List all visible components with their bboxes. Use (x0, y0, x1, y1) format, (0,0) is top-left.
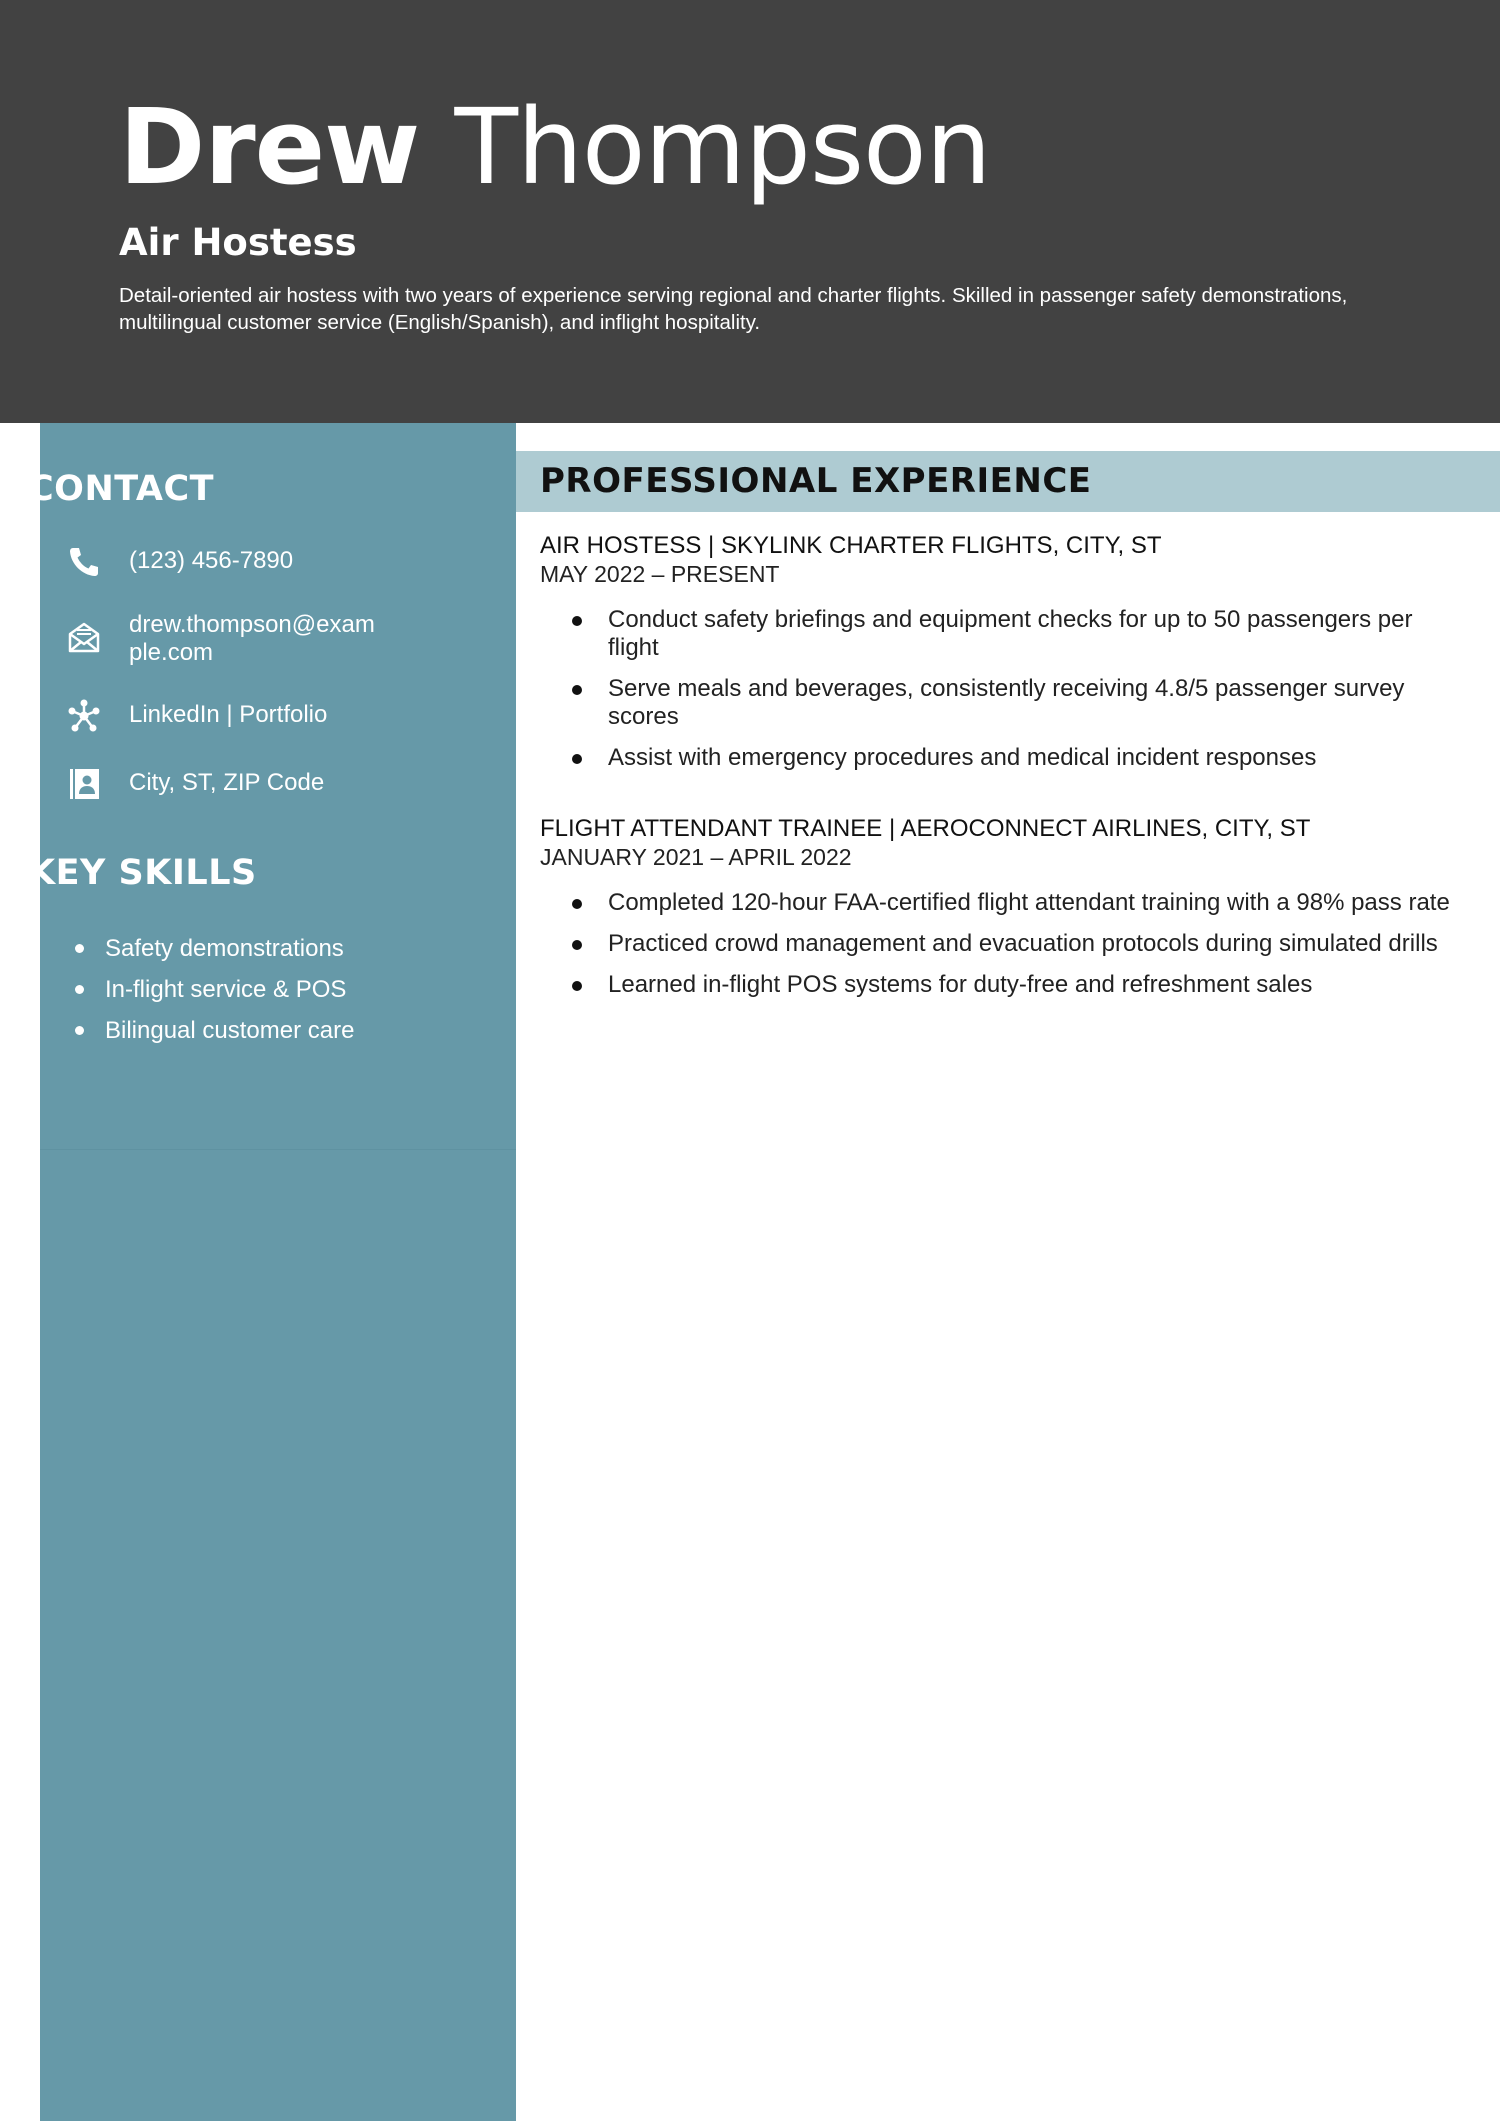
skills-heading: KEY SKILLS (28, 853, 257, 893)
sidebar (40, 423, 516, 2121)
bullet-text: Conduct safety briefings and equipment c… (608, 606, 1413, 661)
network-icon (66, 698, 102, 734)
bullet-icon (572, 685, 582, 695)
experience-heading: PROFESSIONAL EXPERIENCE (540, 461, 1092, 501)
job-bullet: Conduct safety briefings and equipment c… (540, 606, 1460, 662)
bullet-icon (572, 981, 582, 991)
contact-email: drew.thompson@example.com (66, 611, 446, 667)
bullet-icon (572, 616, 582, 626)
sidebar-divider (40, 1149, 516, 1150)
bullet-icon (572, 754, 582, 764)
phone-icon (66, 544, 102, 580)
contact-links: LinkedIn | Portfolio (66, 698, 446, 734)
bullet-text: Completed 120-hour FAA-certified flight … (608, 889, 1450, 916)
skill-item: In-flight service & POS (72, 969, 354, 1010)
skills-list: Safety demonstrations In-flight service … (72, 928, 354, 1051)
contact-heading: CONTACT (28, 469, 215, 509)
skill-label: In-flight service & POS (105, 976, 347, 1003)
job-dates: MAY 2022 – PRESENT (540, 561, 780, 587)
job-bullet: Assist with emergency procedures and med… (540, 744, 1460, 772)
skill-item: Bilingual customer care (72, 1010, 354, 1051)
bullet-text: Learned in-flight POS systems for duty-f… (608, 971, 1313, 998)
profile-links[interactable]: LinkedIn | Portfolio (129, 701, 379, 729)
job-role: FLIGHT ATTENDANT TRAINEE | AEROCONNECT A… (540, 815, 1311, 842)
job-title: Air Hostess (119, 221, 357, 264)
experience-heading-bar: PROFESSIONAL EXPERIENCE (516, 451, 1500, 512)
job-bullet: Learned in-flight POS systems for duty-f… (540, 971, 1460, 999)
skill-item: Safety demonstrations (72, 928, 354, 969)
bullet-icon (572, 899, 582, 909)
contact-phone: (123) 456-7890 (66, 547, 446, 580)
job-role: AIR HOSTESS | SKYLINK CHARTER FLIGHTS, C… (540, 532, 1162, 559)
email-address[interactable]: drew.thompson@example.com (129, 611, 379, 667)
phone-number[interactable]: (123) 456-7890 (129, 547, 379, 575)
address: City, ST, ZIP Code (129, 769, 325, 796)
bullet-text: Assist with emergency procedures and med… (608, 744, 1317, 771)
bullet-icon (75, 985, 84, 994)
bullet-icon (75, 944, 84, 953)
skill-label: Bilingual customer care (105, 1017, 355, 1044)
candidate-name: Drew Thompson (119, 82, 992, 212)
job-bullets: Completed 120-hour FAA-certified flight … (540, 889, 1460, 999)
job-dates: JANUARY 2021 – APRIL 2022 (540, 844, 852, 870)
job-bullet: Practiced crowd management and evacuatio… (540, 930, 1460, 958)
first-name: Drew (119, 86, 420, 208)
contact-card-icon (66, 766, 102, 802)
bullet-icon (75, 1026, 84, 1035)
job-bullets: Conduct safety briefings and equipment c… (540, 606, 1460, 772)
contact-address: City, ST, ZIP Code (66, 769, 446, 802)
bullet-text: Practiced crowd management and evacuatio… (608, 930, 1438, 957)
envelope-icon (66, 619, 102, 655)
job-entry: FLIGHT ATTENDANT TRAINEE | AEROCONNECT A… (540, 814, 1460, 1012)
job-bullet: Serve meals and beverages, consistently … (540, 675, 1460, 731)
resume-header: Drew Thompson Air Hostess Detail-oriente… (0, 0, 1500, 423)
profile-summary: Detail-oriented air hostess with two yea… (119, 284, 1348, 334)
last-name: Thompson (454, 86, 991, 208)
job-entry: AIR HOSTESS | SKYLINK CHARTER FLIGHTS, C… (540, 531, 1460, 785)
skill-label: Safety demonstrations (105, 935, 344, 962)
job-bullet: Completed 120-hour FAA-certified flight … (540, 889, 1460, 917)
bullet-text: Serve meals and beverages, consistently … (608, 675, 1405, 730)
bullet-icon (572, 940, 582, 950)
